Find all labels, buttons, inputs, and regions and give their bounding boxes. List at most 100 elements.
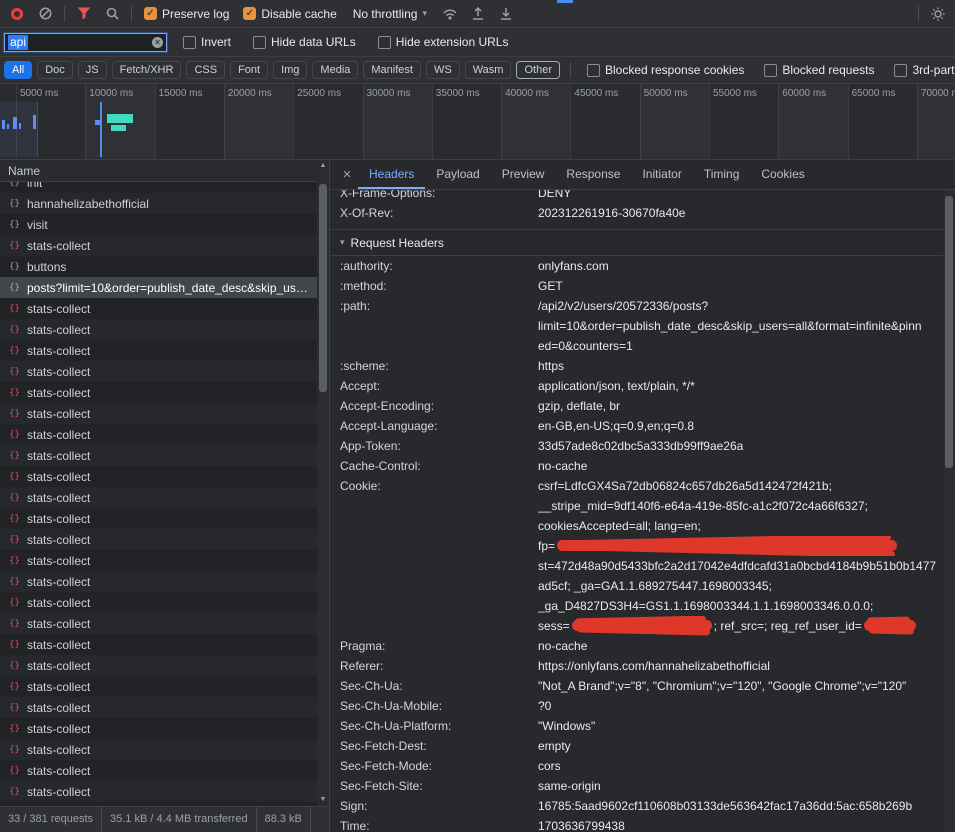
clear-button[interactable] — [32, 2, 58, 26]
type-filter-img[interactable]: Img — [273, 61, 307, 79]
filter-toggle-button[interactable] — [71, 2, 97, 26]
request-row[interactable]: {}stats-collect — [0, 781, 317, 802]
filter-input[interactable]: api ✕ — [4, 33, 167, 52]
tab-cookies[interactable]: Cookies — [750, 160, 815, 189]
request-row-selected[interactable]: {}posts?limit=10&order=publish_date_desc… — [0, 277, 317, 298]
scrollbar-thumb[interactable] — [945, 196, 953, 468]
disable-cache-checkbox[interactable]: ✓ Disable cache — [243, 7, 336, 21]
overview-gridline — [778, 84, 779, 159]
type-filter-other[interactable]: Other — [516, 61, 560, 79]
type-filter-font[interactable]: Font — [230, 61, 268, 79]
request-row[interactable]: {}stats-collect — [0, 739, 317, 760]
request-name: stats-collect — [27, 491, 313, 505]
scrollbar-thumb[interactable] — [319, 184, 327, 392]
tab-response[interactable]: Response — [555, 160, 631, 189]
overview-time-label: 10000 ms — [89, 88, 133, 99]
request-row[interactable]: {}stats-collect — [0, 676, 317, 697]
filter-checkbox-blocked-requests[interactable]: Blocked requests — [764, 63, 874, 77]
tab-preview[interactable]: Preview — [491, 160, 556, 189]
type-filter-manifest[interactable]: Manifest — [363, 61, 421, 79]
request-row[interactable]: {}visit — [0, 214, 317, 235]
close-details-button[interactable]: × — [336, 166, 358, 183]
type-filter-css[interactable]: CSS — [186, 61, 225, 79]
tab-payload[interactable]: Payload — [425, 160, 490, 189]
request-row[interactable]: {}hannahelizabethofficial — [0, 193, 317, 214]
request-row[interactable]: {}stats-collect — [0, 571, 317, 592]
tab-initiator[interactable]: Initiator — [631, 160, 692, 189]
header-row: Accept:application/json, text/plain, */* — [340, 376, 943, 396]
filter-checkbox-blocked-response-cookies[interactable]: Blocked response cookies — [587, 63, 744, 77]
request-row[interactable]: {}stats-collect — [0, 550, 317, 571]
overview-time-label: 30000 ms — [367, 88, 411, 99]
request-row[interactable]: {}stats-collect — [0, 718, 317, 739]
preserve-log-checkbox[interactable]: ✓ Preserve log — [144, 7, 229, 21]
header-row: Accept-Language:en-GB,en-US;q=0.9,en;q=0… — [340, 416, 943, 436]
request-name: stats-collect — [27, 365, 313, 379]
clear-filter-icon[interactable]: ✕ — [152, 37, 163, 48]
toolbar-divider — [570, 62, 571, 78]
request-row[interactable]: {}stats-collect — [0, 802, 317, 806]
checkbox-unchecked-icon — [183, 36, 196, 49]
search-button[interactable] — [99, 2, 125, 26]
request-row[interactable]: {}stats-collect — [0, 403, 317, 424]
request-headers-section-header[interactable]: ▾ Request Headers — [340, 230, 943, 255]
request-row[interactable]: {}stats-collect — [0, 340, 317, 361]
throttling-dropdown[interactable]: No throttling ▾ — [353, 7, 427, 21]
request-row[interactable]: {}stats-collect — [0, 529, 317, 550]
triangle-down-icon: ▾ — [340, 237, 345, 248]
filter-checkbox-3rd-party-requests[interactable]: 3rd-party requests — [894, 63, 955, 77]
section-title: Request Headers — [351, 236, 444, 250]
request-row[interactable]: {}stats-collect — [0, 319, 317, 340]
request-row[interactable]: {}stats-collect — [0, 361, 317, 382]
request-row[interactable]: {}stats-collect — [0, 760, 317, 781]
type-filter-ws[interactable]: WS — [426, 61, 460, 79]
request-row[interactable]: {}stats-collect — [0, 382, 317, 403]
request-row[interactable]: {}stats-collect — [0, 613, 317, 634]
scroll-down-icon[interactable]: ▼ — [317, 794, 329, 806]
request-row[interactable]: {}stats-collect — [0, 697, 317, 718]
request-row[interactable]: {}stats-collect — [0, 508, 317, 529]
request-row[interactable]: {}stats-collect — [0, 445, 317, 466]
header-row: Pragma:no-cache — [340, 636, 943, 656]
network-conditions-button[interactable] — [437, 2, 463, 26]
export-har-button[interactable] — [493, 2, 519, 26]
request-row[interactable]: {}stats-collect — [0, 655, 317, 676]
request-row[interactable]: {}init — [0, 182, 317, 193]
request-row[interactable]: {}stats-collect — [0, 634, 317, 655]
type-filter-media[interactable]: Media — [312, 61, 358, 79]
request-name: posts?limit=10&order=publish_date_desc&s… — [27, 281, 313, 295]
header-name: Sec-Fetch-Site: — [340, 776, 538, 796]
tab-timing[interactable]: Timing — [693, 160, 751, 189]
request-row[interactable]: {}buttons — [0, 256, 317, 277]
request-row[interactable]: {}stats-collect — [0, 235, 317, 256]
request-row[interactable]: {}stats-collect — [0, 424, 317, 445]
request-list-scrollbar[interactable]: ▲ ▼ — [317, 160, 329, 806]
tab-headers[interactable]: Headers — [358, 160, 425, 189]
header-row: Cache-Control:no-cache — [340, 456, 943, 476]
record-button[interactable] — [4, 2, 30, 26]
script-file-icon: {} — [8, 220, 21, 230]
type-filter-js[interactable]: JS — [78, 61, 107, 79]
record-icon — [11, 8, 23, 20]
scroll-up-icon[interactable]: ▲ — [317, 160, 329, 172]
request-row[interactable]: {}stats-collect — [0, 466, 317, 487]
details-scrollbar[interactable] — [943, 190, 955, 832]
overview-activity-bar — [7, 124, 9, 129]
invert-checkbox[interactable]: Invert — [183, 35, 231, 49]
request-name: stats-collect — [27, 806, 313, 807]
hide-data-urls-checkbox[interactable]: Hide data URLs — [253, 35, 356, 49]
request-row[interactable]: {}stats-collect — [0, 487, 317, 508]
type-filter-doc[interactable]: Doc — [37, 61, 73, 79]
gear-icon — [930, 6, 946, 22]
request-row[interactable]: {}stats-collect — [0, 592, 317, 613]
hide-extension-urls-checkbox[interactable]: Hide extension URLs — [378, 35, 509, 49]
type-filter-fetch-xhr[interactable]: Fetch/XHR — [112, 61, 182, 79]
request-row[interactable]: {}stats-collect — [0, 298, 317, 319]
settings-button[interactable] — [925, 2, 951, 26]
type-filter-wasm[interactable]: Wasm — [465, 61, 512, 79]
name-column-header[interactable]: Name — [0, 160, 329, 182]
type-filter-all[interactable]: All — [4, 61, 32, 79]
overview-time-label: 40000 ms — [505, 88, 549, 99]
import-har-button[interactable] — [465, 2, 491, 26]
overview-strip[interactable]: 5000 ms10000 ms15000 ms20000 ms25000 ms3… — [0, 84, 955, 160]
